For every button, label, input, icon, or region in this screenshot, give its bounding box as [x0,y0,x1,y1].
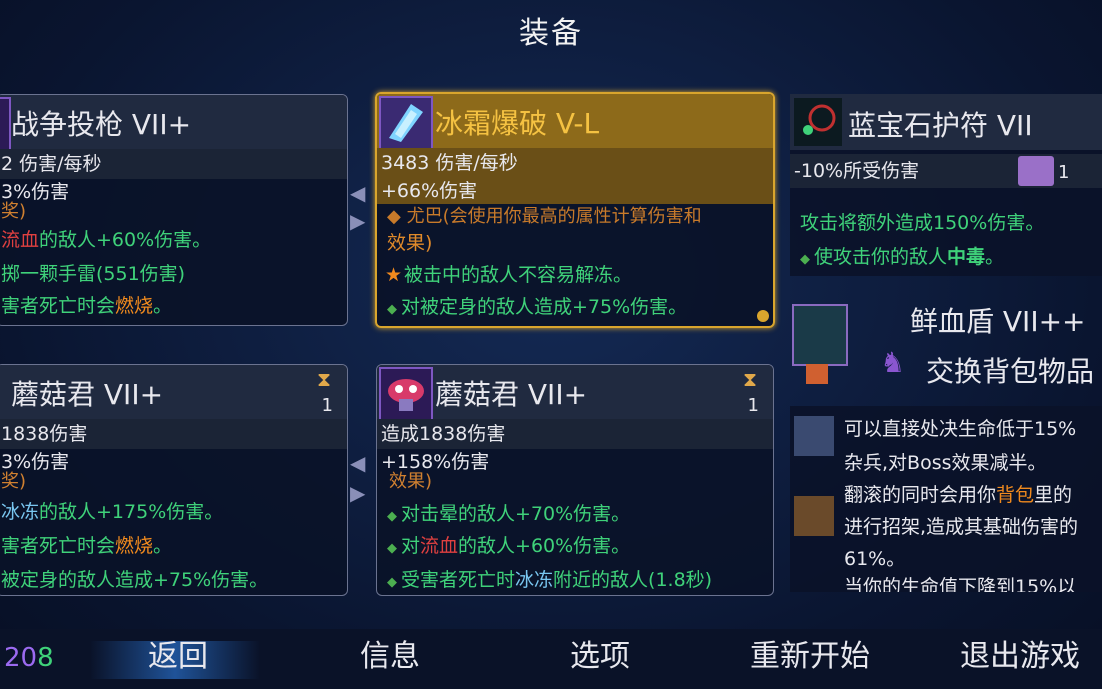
bullet-icon: ◆ [387,302,397,317]
item-card-war-javelin[interactable]: 战争投枪 VII+ 2 伤害/每秒 3%伤害 奖) 流血的敌人+60%伤害。 掷… [0,94,348,326]
card-count: 1 [321,395,333,416]
cells-counter: 208 [4,643,54,673]
execute-icon [794,416,834,456]
swap-right-arrow-icon[interactable]: ▶ [350,483,374,503]
card-effect-1: 流血的敌人+60%伤害。 [1,229,212,251]
card-stat-1: 1838伤害 [0,419,347,449]
card-stat-1: 2 伤害/每秒 [0,149,347,179]
swap-left-arrow-icon[interactable]: ◀ [350,183,374,203]
card-stat-1: 造成1838伤害 [377,419,773,449]
card-title: 战争投枪 VII+ [11,108,192,141]
info-button[interactable]: 信息 [360,631,420,675]
card-stat-2: 3%伤害 [1,451,70,473]
javelin-icon [0,97,11,151]
options-button[interactable]: 选项 [570,631,630,675]
card-stat-1: 3483 伤害/每秒 [377,148,773,178]
back-button[interactable]: 返回 [148,631,208,675]
gold-corner-ornament [757,310,769,322]
swap-right-arrow-icon[interactable]: ▶ [350,211,374,231]
card-partial-line: 奖) [1,471,27,492]
blood-shield-icon[interactable] [792,304,848,366]
swap-left-arrow-icon[interactable]: ◀ [350,453,374,473]
amulet-icon [794,98,842,146]
card-header: 蘑菇君 VII+ ⧗ 1 [377,365,773,421]
bullet-icon: ◆ [387,575,397,590]
page-title: 装备 [519,16,583,51]
card-title: 冰霜爆破 V-L [435,107,600,140]
card-stat-2: +66%伤害 [377,178,773,204]
desc-line-3: 翻滚的同时会用你背包里的 [844,484,1073,506]
desc-line-2: 杂兵,对Boss效果减半。 [844,452,1047,474]
item-card-mushroom[interactable]: 蘑菇君 VII+ ⧗ 1 造成1838伤害 +158%伤害 效果) ◆ 对击晕的敌… [376,364,774,596]
restart-button[interactable]: 重新开始 [750,631,870,675]
card-effect-2: 掷一颗手雷(551伤害) [1,263,186,285]
card-effect-1: ◆ 对击晕的敌人+70%伤害。 [387,503,631,525]
item-card-frost-blast[interactable]: 冰霜爆破 V-L 3483 伤害/每秒 +66%伤害 ◆ 尤巴(会使用你最高的属… [375,92,775,328]
card-effect-2: ◆ 对被定身的敌人造成+75%伤害。 [387,296,688,318]
card-header: 蓝宝石护符 VII [790,94,1102,150]
card-effect-2: 害者死亡时会燃烧。 [1,535,173,557]
desc-line-5: 61%。 [844,548,906,570]
card-stat-1: -10%所受伤害 [790,154,1102,188]
bullet-icon: ◆ [800,252,810,267]
mushroom-icon [379,367,433,421]
shield-title: 鲜血盾 VII++ [910,305,1086,338]
card-header: 冰霜爆破 V-L [377,94,773,150]
card-effect-1: ★ 被击中的敌人不容易解冻。 [385,264,633,286]
card-partial-line: 奖) [1,201,27,222]
card-effect-3: ◆ 受害者死亡时冰冻附近的敌人(1.8秒) [387,569,713,591]
card-title: 蘑菇君 VII+ [11,378,164,411]
card-stat-2: +158%伤害 [381,451,490,473]
card-effect-1: 冰冻的敌人+175%伤害。 [1,501,224,523]
hourglass-icon: ⧗ [316,367,332,391]
desc-line-4: 进行招架,造成其基础伤害的 [844,516,1079,538]
card-effect-1: 攻击将额外造成150%伤害。 [800,212,1045,234]
star-icon: ★ [385,264,403,286]
card-count: 1 [747,395,759,416]
scroll-icon [1018,156,1054,186]
card-effect-3: 被定身的敌人造成+75%伤害。 [1,569,269,591]
item-card-mushroom-left[interactable]: 蘑菇君 VII+ ⧗ 1 1838伤害 3%伤害 奖) 冰冻的敌人+175%伤害… [0,364,348,596]
card-partial-line: 效果) [389,471,433,492]
card-title: 蓝宝石护符 VII [848,109,1033,142]
shield-description-panel: 可以直接处决生命低于15% 杂兵,对Boss效果减半。 翻滚的同时会用你背包里的… [790,406,1102,592]
card-partial-line: ◆ 尤巴(会使用你最高的属性计算伤害和 [387,206,702,227]
desc-line-1: 可以直接处决生命低于15% [844,418,1077,440]
backpack-icon [794,496,834,536]
frost-crystal-icon [379,96,433,150]
bullet-icon: ◆ [387,541,397,556]
hourglass-icon: ⧗ [742,367,758,391]
bottom-nav: 208 返回 信息 选项 重新开始 退出游戏 [0,629,1102,689]
scroll-count: 1 [1058,162,1070,183]
card-effect-3: 害者死亡时会燃烧。 [1,295,173,317]
card-partial-line-2: 效果) [387,232,433,254]
item-card-sapphire-amulet[interactable]: 蓝宝石护符 VII -10%所受伤害 1 攻击将额外造成150%伤害。 ◆ 使攻击… [790,94,1102,276]
card-header: 蘑菇君 VII+ ⧗ 1 [0,365,347,419]
card-title: 蘑菇君 VII+ [435,378,588,411]
shield-sub-icon [806,364,828,384]
desc-line-6: 当你的生命值下降到15%以 [844,576,1077,592]
swap-backpack-label[interactable]: 交换背包物品 [926,350,1094,390]
card-effect-2: ◆ 使攻击你的敌人中毒。 [800,246,1005,268]
bullet-icon: ◆ [387,509,397,524]
swap-backpack-icon[interactable]: ♞ [880,346,910,379]
card-effect-2: ◆ 对流血的敌人+60%伤害。 [387,535,631,557]
quit-button[interactable]: 退出游戏 [960,631,1080,675]
card-header: 战争投枪 VII+ [0,95,347,151]
card-stat-2: 3%伤害 [1,181,70,203]
